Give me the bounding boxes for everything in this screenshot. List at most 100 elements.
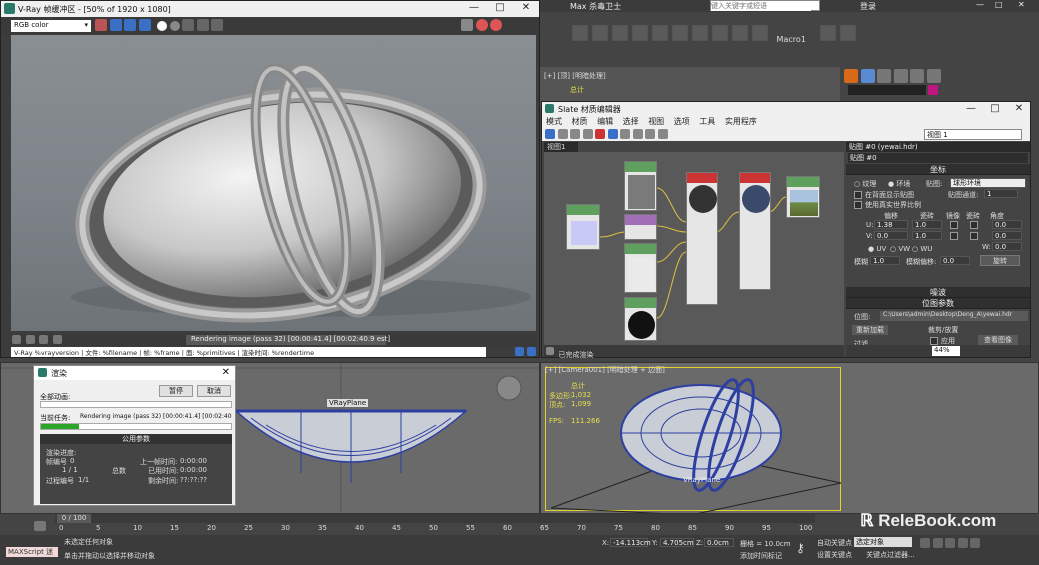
toolbar-btn-2[interactable]	[592, 25, 608, 41]
toolbar-btn-8[interactable]	[712, 25, 728, 41]
clear-icon[interactable]	[196, 19, 209, 31]
toolbar-btn-9[interactable]	[732, 25, 748, 41]
modify-tab-icon[interactable]	[860, 69, 875, 83]
node-hdr-map[interactable]	[786, 176, 820, 218]
timeline-slider[interactable]: 0 / 100	[55, 514, 815, 523]
vw-radio[interactable]: ○ VW	[890, 245, 910, 253]
rollout-bitmap-params[interactable]: 位图参数	[846, 298, 1030, 309]
channel-select[interactable]: RGB color ▾	[11, 20, 91, 32]
view-image-button[interactable]: 查看图像	[978, 335, 1018, 345]
set-key-button[interactable]: 设置关键点	[817, 550, 852, 560]
props-name-field[interactable]: 贴图 #0	[848, 153, 1028, 163]
blur-offset-input[interactable]: 0.0	[940, 256, 970, 265]
node-map-small[interactable]	[624, 214, 657, 240]
node-canvas[interactable]	[544, 152, 844, 345]
menu-view[interactable]: 视图	[648, 116, 664, 128]
close-icon[interactable]: ✕	[513, 1, 539, 15]
hierarchy-tab-icon[interactable]	[877, 69, 892, 83]
zoom-select[interactable]: 44%	[932, 346, 960, 356]
menu-tools[interactable]: 工具	[699, 116, 715, 128]
rollout-noise[interactable]: 噪波	[846, 287, 1030, 298]
y-coord-input[interactable]: 4.705cm	[660, 538, 694, 547]
wu-radio[interactable]: ○ WU	[912, 245, 932, 253]
hide-unused-icon[interactable]	[620, 129, 631, 139]
utilities-tab-icon[interactable]	[926, 69, 941, 83]
u-mirror-checkbox[interactable]	[950, 221, 958, 229]
menu-options[interactable]: 选项	[674, 116, 690, 128]
z-coord-input[interactable]: 0.0cm	[704, 538, 734, 547]
node-texture-1[interactable]	[624, 161, 657, 211]
toolbar-btn-4[interactable]	[632, 25, 648, 41]
maxscript-listener[interactable]: MAXScript 迷	[6, 547, 58, 557]
search-input[interactable]	[711, 2, 811, 11]
next-frame-icon[interactable]	[957, 538, 968, 548]
track-mouse-icon[interactable]	[211, 19, 224, 31]
go-end-icon[interactable]	[970, 538, 981, 548]
maximize-icon[interactable]: □	[982, 102, 1008, 116]
rotate-button[interactable]: 旋转	[980, 255, 1020, 266]
put-to-scene-icon[interactable]	[570, 129, 581, 139]
node-material-2[interactable]	[739, 172, 771, 290]
auto-key-button[interactable]: 自动关键点	[817, 538, 852, 548]
object-color-swatch[interactable]	[928, 85, 938, 95]
color-picker-icon[interactable]	[95, 19, 107, 31]
u-tiling-input[interactable]: 1.0	[912, 220, 942, 229]
close-icon[interactable]: ✕	[222, 367, 230, 378]
vray-stamp-bar[interactable]: V-Ray %vrayversion | 文件: %filename | 帧: …	[11, 347, 486, 357]
history-icon[interactable]	[12, 335, 21, 344]
login-link[interactable]: 登录	[860, 1, 876, 12]
v-tile-checkbox[interactable]	[970, 232, 978, 240]
common-params-header[interactable]: 公用参数	[40, 434, 232, 444]
viewport-header-label[interactable]: [+] [顶] [明暗处理]	[544, 71, 606, 81]
minimize-icon[interactable]: —	[958, 102, 984, 116]
region-render-icon[interactable]	[461, 19, 473, 31]
timeline-ruler[interactable]: 0 5 10 15 20 25 30 35 40 45 50 55 60 65 70 75 80 85 90 95 10…	[55, 523, 815, 535]
minimize-icon[interactable]: —	[461, 1, 487, 15]
motion-tab-icon[interactable]	[893, 69, 908, 83]
select-tool-icon[interactable]	[545, 129, 555, 139]
blur-input[interactable]: 1.0	[870, 256, 900, 265]
create-tab-icon[interactable]	[844, 69, 858, 83]
menu-select[interactable]: 选择	[623, 116, 639, 128]
toolbar-btn-3[interactable]	[612, 25, 628, 41]
viewport-right[interactable]: [+] [Camera001] [明暗处理 + 边面] 总计 多边形: 1,03…	[540, 362, 1039, 514]
maximize-icon[interactable]: □	[487, 1, 513, 15]
stamp-toggle-icon[interactable]	[515, 347, 524, 356]
time-slider-handle[interactable]: 0 / 100	[57, 514, 91, 523]
prev-frame-icon[interactable]	[932, 538, 943, 548]
layout-all-icon[interactable]	[645, 129, 656, 139]
toolbar-btn-5[interactable]	[652, 25, 668, 41]
save-icon[interactable]	[182, 19, 195, 31]
map-channel-input[interactable]: 1	[984, 189, 1018, 198]
node-material-1[interactable]	[686, 172, 718, 305]
curve-editor-icon[interactable]	[34, 521, 46, 531]
play-icon[interactable]	[945, 538, 956, 548]
u-tile-checkbox[interactable]	[970, 221, 978, 229]
bitmap-path-button[interactable]: C:\Users\admin\Desktop\Deng_A\yewai.hdr	[880, 311, 1028, 321]
render-last-icon[interactable]	[475, 19, 488, 31]
toolbar-btn-7[interactable]	[692, 25, 708, 41]
reload-button[interactable]: 重新加载	[852, 325, 888, 335]
menu-utilities[interactable]: 实用程序	[725, 116, 757, 128]
radio-texture[interactable]: ○ 纹理	[854, 179, 876, 189]
blue-channel-icon[interactable]	[138, 19, 151, 31]
go-start-icon[interactable]	[920, 538, 930, 548]
show-map-icon[interactable]	[632, 129, 643, 139]
v-angle-input[interactable]: 0.0	[992, 231, 1022, 240]
red-channel-icon[interactable]	[109, 19, 122, 31]
u-angle-input[interactable]: 0.0	[992, 220, 1022, 229]
v-tiling-input[interactable]: 1.0	[912, 231, 942, 240]
v-mirror-checkbox[interactable]	[950, 232, 958, 240]
cancel-button[interactable]: 取消	[197, 385, 231, 397]
node-texture-3[interactable]	[624, 297, 657, 341]
move-children-icon[interactable]	[607, 129, 618, 139]
green-channel-icon[interactable]	[124, 19, 137, 31]
close-icon[interactable]: ✕	[1018, 0, 1025, 9]
pause-button[interactable]: 暂停	[159, 385, 193, 397]
radio-environment[interactable]: ● 环境	[888, 179, 910, 189]
delete-icon[interactable]	[595, 129, 606, 139]
pick-material-icon[interactable]	[557, 129, 568, 139]
search-box[interactable]	[710, 0, 820, 11]
uv-radio[interactable]: ● UV	[868, 245, 886, 253]
add-time-tag[interactable]: 添加时间标记	[740, 551, 782, 561]
